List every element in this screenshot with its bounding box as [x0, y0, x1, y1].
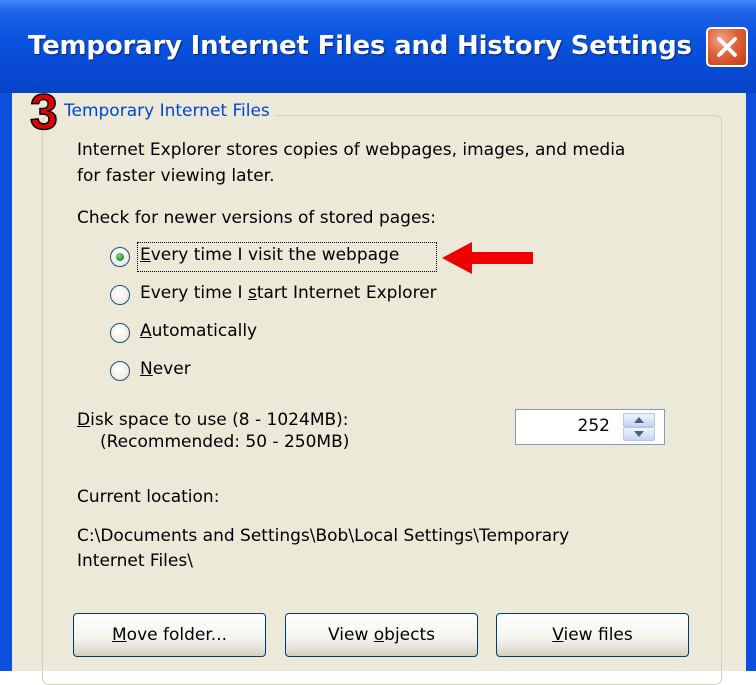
- temporary-files-group: [42, 115, 722, 685]
- spin-up-button[interactable]: [623, 413, 655, 427]
- view-objects-label: View objects: [328, 625, 435, 645]
- title-bar[interactable]: Temporary Internet Files and History Set…: [0, 0, 756, 93]
- view-files-label: View files: [552, 625, 633, 645]
- location-path-line-2: Internet Files\: [77, 551, 193, 571]
- close-icon: [717, 37, 737, 57]
- current-location-label: Current location:: [77, 487, 220, 507]
- window-right-border: [746, 93, 756, 671]
- spinner-buttons: [623, 413, 655, 441]
- move-folder-label: Move folder...: [112, 625, 227, 645]
- chevron-down-icon: [634, 431, 644, 437]
- move-folder-button[interactable]: Move folder...: [73, 613, 266, 657]
- close-button[interactable]: [706, 27, 748, 67]
- spin-down-button[interactable]: [623, 427, 655, 441]
- radio-never-label[interactable]: Never: [140, 359, 191, 379]
- radio-automatically[interactable]: [110, 323, 130, 343]
- description-line-2: for faster viewing later.: [77, 166, 275, 186]
- disk-space-label: Disk space to use (8 - 1024MB):: [77, 410, 349, 430]
- disk-space-spinner[interactable]: 252: [515, 409, 665, 445]
- chevron-up-icon: [634, 417, 644, 423]
- radio-every-visit-label[interactable]: Every time I visit the webpage: [140, 245, 399, 265]
- view-files-button[interactable]: View files: [496, 613, 689, 657]
- group-legend: Temporary Internet Files: [58, 101, 276, 121]
- check-versions-label: Check for newer versions of stored pages…: [77, 208, 437, 228]
- radio-never[interactable]: [110, 361, 130, 381]
- radio-automatically-label[interactable]: Automatically: [140, 321, 257, 341]
- view-objects-button[interactable]: View objects: [285, 613, 478, 657]
- dialog-window: Temporary Internet Files and History Set…: [0, 0, 756, 685]
- radio-selected-dot: [116, 253, 124, 261]
- radio-every-visit[interactable]: [110, 247, 130, 267]
- radio-every-start[interactable]: [110, 285, 130, 305]
- window-left-border: [0, 93, 12, 671]
- recommended-label: (Recommended: 50 - 250MB): [100, 432, 350, 452]
- disk-space-value[interactable]: 252: [578, 416, 610, 436]
- window-title: Temporary Internet Files and History Set…: [28, 31, 692, 61]
- step-number-annotation: 3: [29, 84, 58, 140]
- radio-every-start-label[interactable]: Every time I start Internet Explorer: [140, 283, 437, 303]
- location-path-line-1: C:\Documents and Settings\Bob\Local Sett…: [77, 526, 570, 546]
- red-arrow-annotation: [442, 242, 533, 274]
- description-line-1: Internet Explorer stores copies of webpa…: [77, 140, 626, 160]
